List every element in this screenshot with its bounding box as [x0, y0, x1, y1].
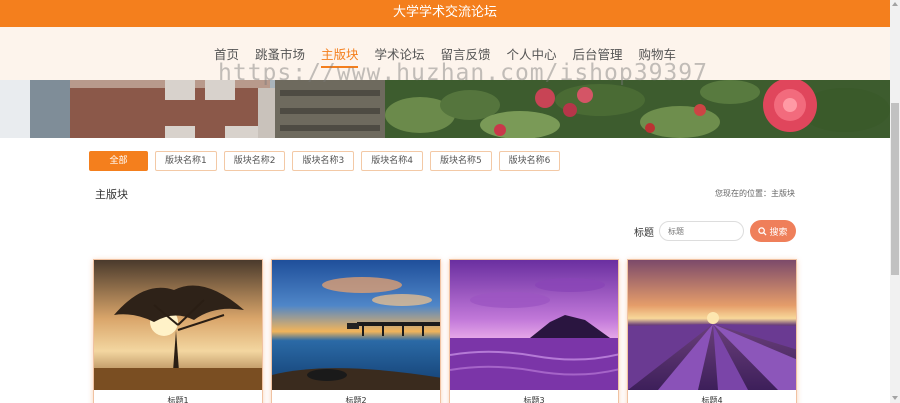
nav-home[interactable]: 首页	[214, 44, 239, 68]
post-card-list: 标题1 标题2 标题3 标题4	[93, 259, 805, 403]
nav-admin[interactable]: 后台管理	[573, 44, 623, 68]
filter-section-3[interactable]: 版块名称3	[292, 151, 355, 171]
card-image-seaside-pier	[272, 260, 440, 390]
scrollbar-thumb[interactable]	[891, 103, 899, 275]
filter-section-4[interactable]: 版块名称4	[361, 151, 423, 171]
filter-all[interactable]: 全部	[89, 151, 148, 171]
banner-image	[0, 80, 890, 138]
vertical-scrollbar[interactable]	[890, 0, 900, 403]
main-content: 大学学术交流论坛 首页 跳蚤市场 主版块 学术论坛 留言反馈 个人中心 后台管理…	[0, 0, 890, 403]
post-card[interactable]: 标题3	[449, 259, 619, 403]
card-image-purple-sea	[450, 260, 618, 390]
card-title: 标题2	[345, 396, 367, 403]
post-card[interactable]: 标题4	[627, 259, 797, 403]
post-card[interactable]: 标题1	[93, 259, 263, 403]
card-title: 标题1	[167, 396, 189, 403]
nav-flea-market[interactable]: 跳蚤市场	[255, 44, 305, 68]
category-filters: 全部 版块名称1 版块名称2 版块名称3 版块名称4 版块名称5 版块名称6	[89, 151, 567, 171]
section-title: 主版块	[95, 188, 128, 201]
breadcrumb: 您现在的位置：主版块	[715, 189, 795, 198]
card-image-sunset-tree	[94, 260, 262, 390]
card-image-lavender-field	[628, 260, 796, 390]
nav-bar: 首页 跳蚤市场 主版块 学术论坛 留言反馈 个人中心 后台管理 购物车	[0, 27, 890, 80]
search-button[interactable]: 搜索	[750, 220, 796, 242]
search-label: 标题	[634, 227, 654, 239]
card-title: 标题3	[523, 396, 545, 403]
filter-section-5[interactable]: 版块名称5	[429, 151, 492, 171]
page: 大学学术交流论坛 首页 跳蚤市场 主版块 学术论坛 留言反馈 个人中心 后台管理…	[0, 0, 900, 403]
search-input[interactable]	[659, 221, 744, 241]
search-button-label: 搜索	[769, 227, 788, 238]
nav-personal-center[interactable]: 个人中心	[507, 44, 557, 68]
site-title: 大学学术交流论坛	[392, 5, 497, 20]
nav-feedback[interactable]: 留言反馈	[441, 44, 491, 68]
post-card[interactable]: 标题2	[271, 259, 441, 403]
filter-section-2[interactable]: 版块名称2	[223, 151, 286, 171]
site-header: 大学学术交流论坛	[0, 0, 890, 27]
nav-main-section[interactable]: 主版块	[320, 44, 359, 68]
filter-section-1[interactable]: 版块名称1	[155, 151, 217, 171]
scroll-up-arrow-icon[interactable]	[892, 2, 898, 6]
nav-cart[interactable]: 购物车	[639, 44, 677, 68]
search-bar: 标题 搜索	[634, 220, 796, 242]
scroll-down-arrow-icon[interactable]	[892, 396, 898, 400]
nav-academic-forum[interactable]: 学术论坛	[374, 44, 424, 68]
filter-section-6[interactable]: 版块名称6	[498, 151, 561, 171]
search-icon	[758, 226, 768, 236]
card-title: 标题4	[701, 396, 723, 403]
main-nav: 首页 跳蚤市场 主版块 学术论坛 留言反馈 个人中心 后台管理 购物车	[0, 44, 890, 68]
